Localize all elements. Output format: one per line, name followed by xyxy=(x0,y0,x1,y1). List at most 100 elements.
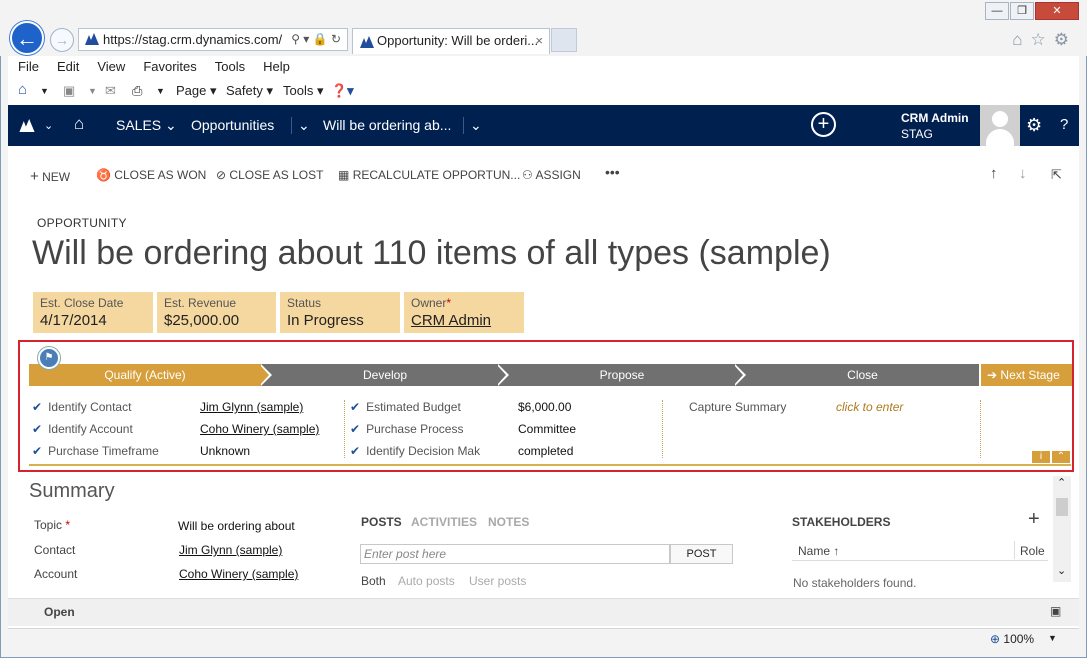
filter-both[interactable]: Both xyxy=(361,574,386,588)
owner-link[interactable]: CRM Admin xyxy=(411,312,517,329)
tab-close-icon[interactable]: × xyxy=(535,29,543,53)
new-button[interactable]: + NEW xyxy=(30,168,70,185)
close-window-button[interactable]: ✕ xyxy=(1035,2,1079,20)
check-icon: ✔ xyxy=(32,400,43,414)
address-icons[interactable]: ⚲ ▾ 🔒 ↻ xyxy=(291,29,341,50)
header-field-close-date[interactable]: Est. Close Date 4/17/2014 xyxy=(33,292,153,333)
stage-divider xyxy=(496,364,506,386)
new-tab-button[interactable] xyxy=(551,28,577,52)
arrow-up-icon[interactable]: ↑ xyxy=(990,165,998,182)
create-plus-icon[interactable]: + xyxy=(811,112,836,137)
browser-tab[interactable]: Opportunity: Will be orderi... × xyxy=(352,28,550,54)
menu-tools[interactable]: Tools xyxy=(215,59,245,74)
scrollbar[interactable]: ⌃ ⌄ xyxy=(1053,476,1071,582)
chevron-down-icon[interactable]: ▼ xyxy=(156,86,165,96)
chevron-down-icon[interactable]: ▼ xyxy=(40,86,49,96)
assign-button[interactable]: ⚇ ASSIGN xyxy=(522,168,581,182)
home-icon[interactable]: ⌂ xyxy=(74,114,84,134)
tools-menu[interactable]: Tools ▾ xyxy=(283,83,324,99)
add-stakeholder-icon[interactable]: + xyxy=(1028,508,1040,531)
chevron-down-icon[interactable]: ⌄ xyxy=(463,117,482,134)
dynamics-logo-icon[interactable] xyxy=(18,119,36,132)
flag-icon: ⚑ xyxy=(38,347,60,369)
collapse-icon[interactable]: ⌃ xyxy=(1052,451,1070,463)
feeds-icon[interactable]: ▣ xyxy=(63,83,75,99)
recalculate-button[interactable]: ▦ RECALCULATE OPPORTUN... xyxy=(338,168,520,182)
next-stage-button[interactable]: ➔ Next Stage xyxy=(981,364,1072,386)
contact-link[interactable]: Jim Glynn (sample) xyxy=(179,543,282,557)
menu-help[interactable]: Help xyxy=(263,59,290,74)
scrollbar-thumb[interactable] xyxy=(1056,498,1068,516)
header-field-revenue[interactable]: Est. Revenue $25,000.00 xyxy=(157,292,276,333)
more-commands-button[interactable]: ••• xyxy=(605,164,620,180)
menu-file[interactable]: File xyxy=(18,59,39,74)
capture-summary-input[interactable]: click to enter xyxy=(836,400,903,414)
step-value[interactable]: Jim Glynn (sample) xyxy=(200,400,303,414)
tab-notes[interactable]: NOTES xyxy=(488,515,529,529)
topic-value[interactable]: Will be ordering about xyxy=(178,519,295,533)
tab-activities[interactable]: ACTIVITIES xyxy=(411,515,477,529)
post-button[interactable]: POST xyxy=(670,544,733,564)
filter-auto-posts[interactable]: Auto posts xyxy=(398,574,455,588)
tab-posts[interactable]: POSTS xyxy=(361,515,402,529)
filter-user-posts[interactable]: User posts xyxy=(469,574,526,588)
check-icon: ✔ xyxy=(350,444,361,458)
arrow-down-icon[interactable]: ↓ xyxy=(1019,165,1027,182)
chevron-down-icon[interactable]: ▼ xyxy=(88,86,97,96)
close-as-won-button[interactable]: ♉ CLOSE AS WON xyxy=(96,168,206,182)
browser-toolbar-icons[interactable]: ⌂☆⚙ xyxy=(1012,30,1077,50)
gear-icon[interactable]: ⚙ xyxy=(1026,115,1042,136)
column-name[interactable]: Name ↑ xyxy=(798,544,839,558)
step-value[interactable]: Unknown xyxy=(200,444,250,458)
chevron-down-icon[interactable]: ⌄ xyxy=(1057,564,1066,577)
step-value[interactable]: completed xyxy=(518,444,573,458)
step-label: Identify Account xyxy=(48,422,133,436)
header-field-owner[interactable]: Owner* CRM Admin xyxy=(404,292,524,333)
step-value[interactable]: Committee xyxy=(518,422,576,436)
chevron-down-icon[interactable]: ⌄ xyxy=(44,119,53,132)
avatar[interactable] xyxy=(980,105,1020,146)
url-text: https://stag.crm.dynamics.com/ xyxy=(103,32,283,47)
step-value[interactable]: Coho Winery (sample) xyxy=(200,422,319,436)
forward-button[interactable]: → xyxy=(50,28,74,52)
zoom-control[interactable]: ⊕ 100% xyxy=(990,632,1034,646)
step-value[interactable]: $6,000.00 xyxy=(518,400,571,414)
close-as-lost-button[interactable]: ⊘ CLOSE AS LOST xyxy=(216,168,323,182)
stage-close[interactable]: Close xyxy=(746,364,979,386)
minimize-button[interactable]: — xyxy=(985,2,1009,20)
post-input[interactable]: Enter post here xyxy=(360,544,670,564)
nav-entity-opportunities[interactable]: Opportunities xyxy=(191,117,274,133)
browser-statusbar: ⊕ 100% ▼ xyxy=(8,628,1079,650)
chevron-down-icon[interactable]: ▼ xyxy=(1048,633,1057,643)
menu-view[interactable]: View xyxy=(97,59,125,74)
account-link[interactable]: Coho Winery (sample) xyxy=(179,567,298,581)
nav-record[interactable]: Will be ordering ab... xyxy=(323,117,451,133)
user-name[interactable]: CRM Admin xyxy=(901,111,969,125)
menu-edit[interactable]: Edit xyxy=(57,59,79,74)
step-label: Capture Summary xyxy=(689,400,787,414)
stage-propose[interactable]: Propose xyxy=(509,364,735,386)
stage-label: Qualify (Active) xyxy=(104,368,186,382)
mail-icon[interactable]: ✉ xyxy=(105,83,116,99)
help-icon[interactable]: ? xyxy=(1060,116,1068,133)
stage-develop[interactable]: Develop xyxy=(272,364,498,386)
safety-menu[interactable]: Safety ▾ xyxy=(226,83,273,99)
address-bar[interactable]: https://stag.crm.dynamics.com/ ⚲ ▾ 🔒 ↻ xyxy=(78,28,348,51)
popout-icon[interactable]: ⇱ xyxy=(1051,167,1062,183)
home-icon[interactable]: ⌂ xyxy=(18,81,27,98)
print-icon[interactable]: ⎙ xyxy=(132,83,142,99)
column-role[interactable]: Role xyxy=(1020,544,1045,558)
chevron-down-icon[interactable]: ⌄ xyxy=(291,117,310,134)
info-icon[interactable]: i xyxy=(1032,451,1050,463)
page-menu[interactable]: Page ▾ xyxy=(176,83,217,99)
header-field-status[interactable]: Status In Progress xyxy=(280,292,400,333)
nav-area-sales[interactable]: SALES ⌄ xyxy=(116,117,177,134)
back-button[interactable]: ← xyxy=(10,21,44,55)
help-icon[interactable]: ❓▾ xyxy=(331,83,354,99)
save-icon[interactable]: ▣ xyxy=(1050,604,1061,618)
restore-button[interactable]: ❐ xyxy=(1010,2,1034,20)
menu-favorites[interactable]: Favorites xyxy=(143,59,196,74)
stage-qualify[interactable]: Qualify (Active) xyxy=(29,364,261,386)
recalc-label: RECALCULATE OPPORTUN... xyxy=(352,168,521,182)
chevron-up-icon[interactable]: ⌃ xyxy=(1057,476,1066,489)
